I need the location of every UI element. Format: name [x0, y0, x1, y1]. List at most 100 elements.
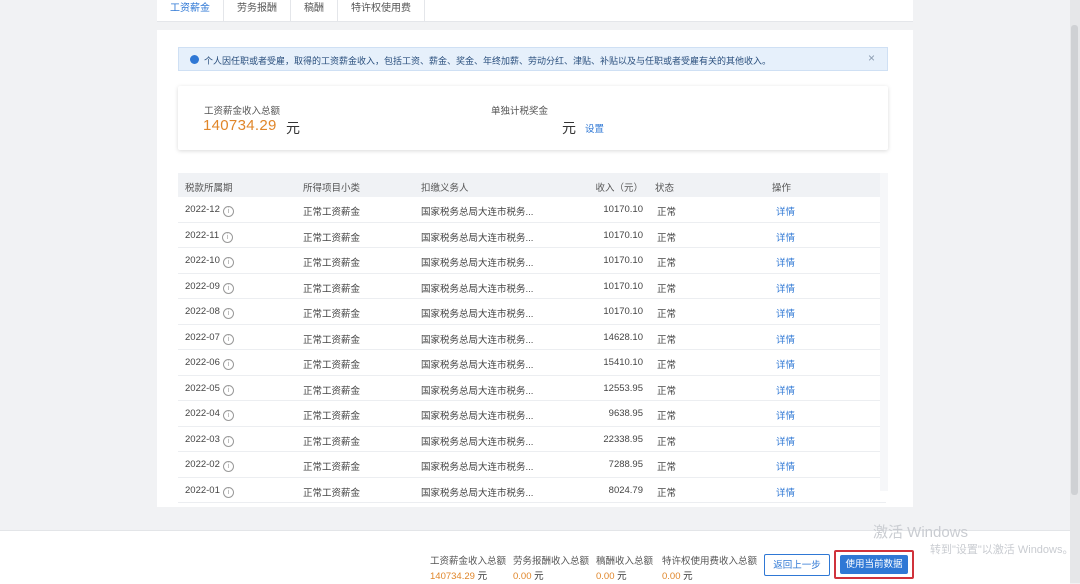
- row-detail-link[interactable]: 详情: [776, 255, 795, 269]
- footer-labor-label: 劳务报酬收入总额: [513, 556, 590, 567]
- row-period: 2022-09 i: [185, 281, 234, 294]
- info-notice: 个人因任职或者受雇，取得的工资薪金收入，包括工资、薪金、奖金、年终加薪、劳动分红…: [178, 47, 888, 71]
- page-scrollbar-thumb[interactable]: [1071, 25, 1078, 495]
- tab-salary[interactable]: 工资薪金: [157, 0, 224, 21]
- row-period: 2022-10 i: [185, 255, 234, 268]
- row-period: 2022-04 i: [185, 408, 234, 421]
- table-header: 税款所属期 所得项目小类 扣缴义务人 收入（元） 状态 操作: [178, 173, 886, 197]
- footer-salary-label: 工资薪金收入总额: [430, 556, 507, 567]
- row-period: 2022-05 i: [185, 383, 234, 396]
- row-income: 10170.10: [603, 306, 643, 317]
- row-detail-link[interactable]: 详情: [776, 204, 795, 218]
- info-circle-icon[interactable]: i: [222, 308, 234, 319]
- use-current-data-button[interactable]: 使用当前数据: [840, 555, 908, 574]
- row-income: 10170.10: [603, 280, 643, 292]
- row-item: 正常工资薪金: [303, 411, 361, 422]
- row-detail-link[interactable]: 详情: [776, 459, 795, 473]
- row-detail-link[interactable]: 详情: [776, 434, 795, 448]
- row-period: 2022-03 i: [185, 434, 234, 447]
- table-row: 2022-06 i 正常工资薪金 国家税务总局大连市税务... 15410.10 正常 详情: [178, 350, 886, 376]
- watermark-title: 激活 Windows: [873, 524, 969, 541]
- table-row: 2022-04 i 正常工资薪金 国家税务总局大连市税务... 9638.95 正常 详情: [178, 401, 886, 427]
- row-status: 正常: [657, 334, 677, 346]
- row-payer: 国家税务总局大连市税务...: [421, 283, 534, 295]
- tab-royalty[interactable]: 特许权使用费: [338, 0, 425, 21]
- info-circle-icon[interactable]: i: [222, 435, 234, 447]
- info-icon: [190, 55, 199, 64]
- row-period: 2022-06 i: [185, 357, 234, 370]
- table-row: 2022-01 i 正常工资薪金 国家税务总局大连市税务... 8024.79 正常 详情: [178, 478, 886, 503]
- row-item: 正常工资薪金: [303, 360, 361, 371]
- use-button-highlight: 使用当前数据: [834, 550, 914, 579]
- row-status: 正常: [657, 283, 677, 295]
- total-income-value: 140734.29: [203, 117, 277, 134]
- row-period: 2022-12 i: [185, 204, 234, 217]
- info-circle-icon[interactable]: i: [222, 206, 234, 217]
- info-circle-icon[interactable]: i: [222, 282, 234, 294]
- info-circle-icon[interactable]: i: [222, 384, 234, 396]
- table-scrollbar[interactable]: [880, 173, 888, 491]
- tab-labor[interactable]: 劳务报酬: [224, 0, 291, 21]
- row-status: 正常: [657, 385, 677, 397]
- row-income: 7288.95: [608, 459, 643, 470]
- table-row: 2022-02 i 正常工资薪金 国家税务总局大连市税务... 7288.95 正常 详情: [178, 452, 886, 478]
- row-income: 12553.95: [603, 382, 643, 394]
- table-row: 2022-12 i 正常工资薪金 国家税务总局大连市税务... 10170.10 正常 详情: [178, 197, 886, 223]
- bonus-settings-link[interactable]: 设置: [585, 121, 604, 135]
- row-detail-link[interactable]: 详情: [776, 332, 795, 346]
- row-status: 正常: [657, 258, 677, 269]
- row-item: 正常工资薪金: [303, 487, 361, 499]
- row-payer: 国家税务总局大连市税务...: [421, 334, 534, 346]
- row-item: 正常工资薪金: [303, 283, 361, 295]
- info-circle-icon[interactable]: i: [222, 333, 234, 345]
- row-payer: 国家税务总局大连市税务...: [421, 309, 534, 320]
- row-detail-link[interactable]: 详情: [776, 485, 795, 499]
- info-circle-icon[interactable]: i: [222, 486, 234, 498]
- close-icon[interactable]: ×: [868, 51, 875, 65]
- row-item: 正常工资薪金: [303, 207, 361, 218]
- row-item: 正常工资薪金: [303, 258, 361, 269]
- table-row: 2022-03 i 正常工资薪金 国家税务总局大连市税务... 22338.95 正常 详情: [178, 427, 886, 452]
- row-period: 2022-08 i: [185, 306, 234, 319]
- row-period: 2022-02 i: [185, 459, 234, 472]
- row-detail-link[interactable]: 详情: [776, 306, 795, 320]
- row-detail-link[interactable]: 详情: [776, 357, 795, 371]
- footer-author-value: 0.00 元: [596, 571, 627, 582]
- row-income: 8024.79: [608, 484, 643, 496]
- row-income: 9638.95: [608, 408, 643, 419]
- info-circle-icon[interactable]: i: [222, 359, 234, 370]
- table-row: 2022-11 i 正常工资薪金 国家税务总局大连市税务... 10170.10 正常 详情: [178, 223, 886, 248]
- main-panel: 个人因任职或者受雇，取得的工资薪金收入，包括工资、薪金、奖金、年终加薪、劳动分红…: [157, 30, 913, 507]
- table-body: 2022-12 i 正常工资薪金 国家税务总局大连市税务... 10170.10 正常 详情…: [178, 197, 886, 503]
- row-detail-link[interactable]: 详情: [776, 281, 795, 295]
- header-operation: 操作: [772, 183, 792, 194]
- row-status: 正常: [657, 462, 677, 473]
- back-button[interactable]: 返回上一步: [764, 554, 830, 576]
- row-payer: 国家税务总局大连市税务...: [421, 258, 534, 269]
- header-payer: 扣缴义务人: [421, 183, 469, 194]
- info-circle-icon[interactable]: i: [222, 231, 234, 243]
- row-status: 正常: [657, 207, 677, 218]
- row-status: 正常: [657, 232, 677, 244]
- row-payer: 国家税务总局大连市税务...: [421, 232, 534, 244]
- bonus-unit: 元: [562, 120, 576, 136]
- summary-card: 工资薪金收入总额 140734.29 元 单独计税奖金 元 设置: [178, 86, 888, 150]
- tab-author[interactable]: 稿酬: [291, 0, 338, 21]
- row-payer: 国家税务总局大连市税务...: [421, 360, 534, 371]
- info-circle-icon[interactable]: i: [222, 410, 234, 421]
- row-payer: 国家税务总局大连市税务...: [421, 207, 534, 218]
- row-period: 2022-07 i: [185, 332, 234, 345]
- row-detail-link[interactable]: 详情: [776, 383, 795, 397]
- table-row: 2022-07 i 正常工资薪金 国家税务总局大连市税务... 14628.10 正常 详情: [178, 325, 886, 350]
- row-income: 10170.10: [603, 204, 643, 215]
- info-circle-icon[interactable]: i: [222, 257, 234, 268]
- row-detail-link[interactable]: 详情: [776, 230, 795, 244]
- row-status: 正常: [657, 411, 677, 422]
- header-income: 收入（元）: [595, 183, 643, 194]
- row-item: 正常工资薪金: [303, 462, 361, 473]
- row-detail-link[interactable]: 详情: [776, 408, 795, 422]
- income-table: 税款所属期 所得项目小类 扣缴义务人 收入（元） 状态 操作 2022-12 i 正…: [178, 173, 886, 503]
- header-item: 所得项目小类: [303, 183, 361, 194]
- row-payer: 国家税务总局大连市税务...: [421, 436, 534, 448]
- info-circle-icon[interactable]: i: [222, 461, 234, 472]
